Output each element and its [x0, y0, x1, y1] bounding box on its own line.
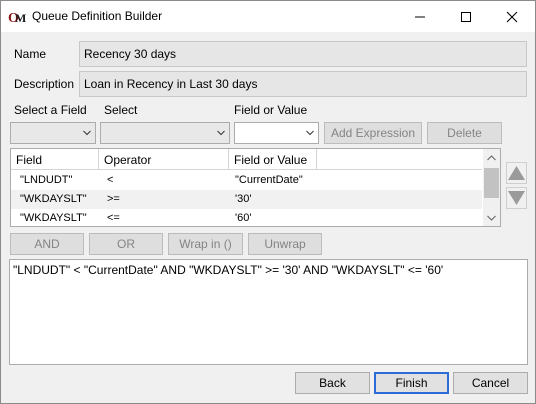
close-icon — [506, 11, 518, 23]
cell-field-or-value: "CurrentDate" — [235, 174, 303, 186]
cell-field-or-value: '60' — [235, 212, 252, 224]
or-button[interactable]: OR — [89, 233, 163, 255]
name-field[interactable]: Recency 30 days — [79, 41, 527, 67]
window-title: Queue Definition Builder — [32, 9, 163, 23]
triangle-up-icon — [506, 162, 527, 184]
close-button[interactable] — [489, 1, 535, 32]
table-row[interactable]: "WKDAYSLT" >= '30' — [11, 190, 482, 209]
description-field[interactable]: Loan in Recency in Last 30 days — [79, 71, 527, 97]
and-button[interactable]: AND — [10, 233, 84, 255]
grid-scrollbar[interactable] — [483, 149, 500, 226]
column-header-operator[interactable]: Operator — [99, 149, 229, 170]
wrap-in-parentheses-button[interactable]: Wrap in () — [168, 233, 243, 255]
cell-operator: >= — [107, 193, 120, 205]
move-down-button[interactable] — [506, 187, 527, 209]
description-label: Description — [14, 77, 75, 91]
operator-select[interactable] — [100, 122, 230, 144]
unwrap-button[interactable]: Unwrap — [248, 233, 322, 255]
cell-field: "WKDAYSLT" — [20, 193, 87, 205]
back-button[interactable]: Back — [295, 372, 370, 394]
svg-text:M: M — [15, 11, 26, 25]
expression-grid: Field Operator Field or Value "LNDUDT" <… — [10, 148, 501, 227]
cancel-button[interactable]: Cancel — [453, 372, 528, 394]
minimize-button[interactable] — [397, 1, 443, 32]
select-label: Select — [104, 103, 138, 117]
cell-field: "LNDUDT" — [20, 174, 73, 186]
chevron-down-icon — [217, 130, 225, 136]
queue-definition-builder-window: O M Queue Definition Builder Name Recenc… — [0, 0, 536, 404]
maximize-icon — [461, 12, 471, 22]
table-row[interactable]: "WKDAYSLT" <= '60' — [11, 209, 482, 226]
add-expression-button[interactable]: Add Expression — [324, 122, 422, 144]
om-logo-icon: O M — [8, 8, 26, 25]
triangle-down-icon — [506, 187, 527, 209]
cell-operator: <= — [107, 212, 120, 224]
delete-button[interactable]: Delete — [427, 122, 502, 144]
expression-textarea[interactable]: "LNDUDT" < "CurrentDate" AND "WKDAYSLT" … — [9, 259, 528, 365]
minimize-icon — [415, 16, 425, 18]
maximize-button[interactable] — [443, 1, 489, 32]
chevron-down-icon — [83, 130, 91, 136]
column-header-field[interactable]: Field — [11, 149, 99, 170]
field-or-value-select[interactable] — [234, 122, 319, 144]
scroll-up-icon[interactable] — [487, 155, 496, 161]
field-select[interactable] — [10, 122, 96, 144]
cell-field: "WKDAYSLT" — [20, 212, 87, 224]
select-field-label: Select a Field — [14, 103, 87, 117]
scroll-down-icon[interactable] — [487, 215, 496, 221]
cell-operator: < — [107, 174, 114, 186]
chevron-down-icon — [306, 130, 314, 136]
scrollbar-thumb[interactable] — [484, 168, 499, 198]
title-bar[interactable]: O M Queue Definition Builder — [1, 1, 535, 32]
field-or-value-label: Field or Value — [234, 103, 308, 117]
finish-button[interactable]: Finish — [374, 372, 449, 394]
column-header-field-or-value[interactable]: Field or Value — [229, 149, 317, 170]
cell-field-or-value: '30' — [235, 193, 252, 205]
move-up-button[interactable] — [506, 162, 527, 184]
grid-header: Field Operator Field or Value — [11, 149, 482, 170]
table-row[interactable]: "LNDUDT" < "CurrentDate" — [11, 171, 482, 190]
name-label: Name — [14, 47, 47, 61]
